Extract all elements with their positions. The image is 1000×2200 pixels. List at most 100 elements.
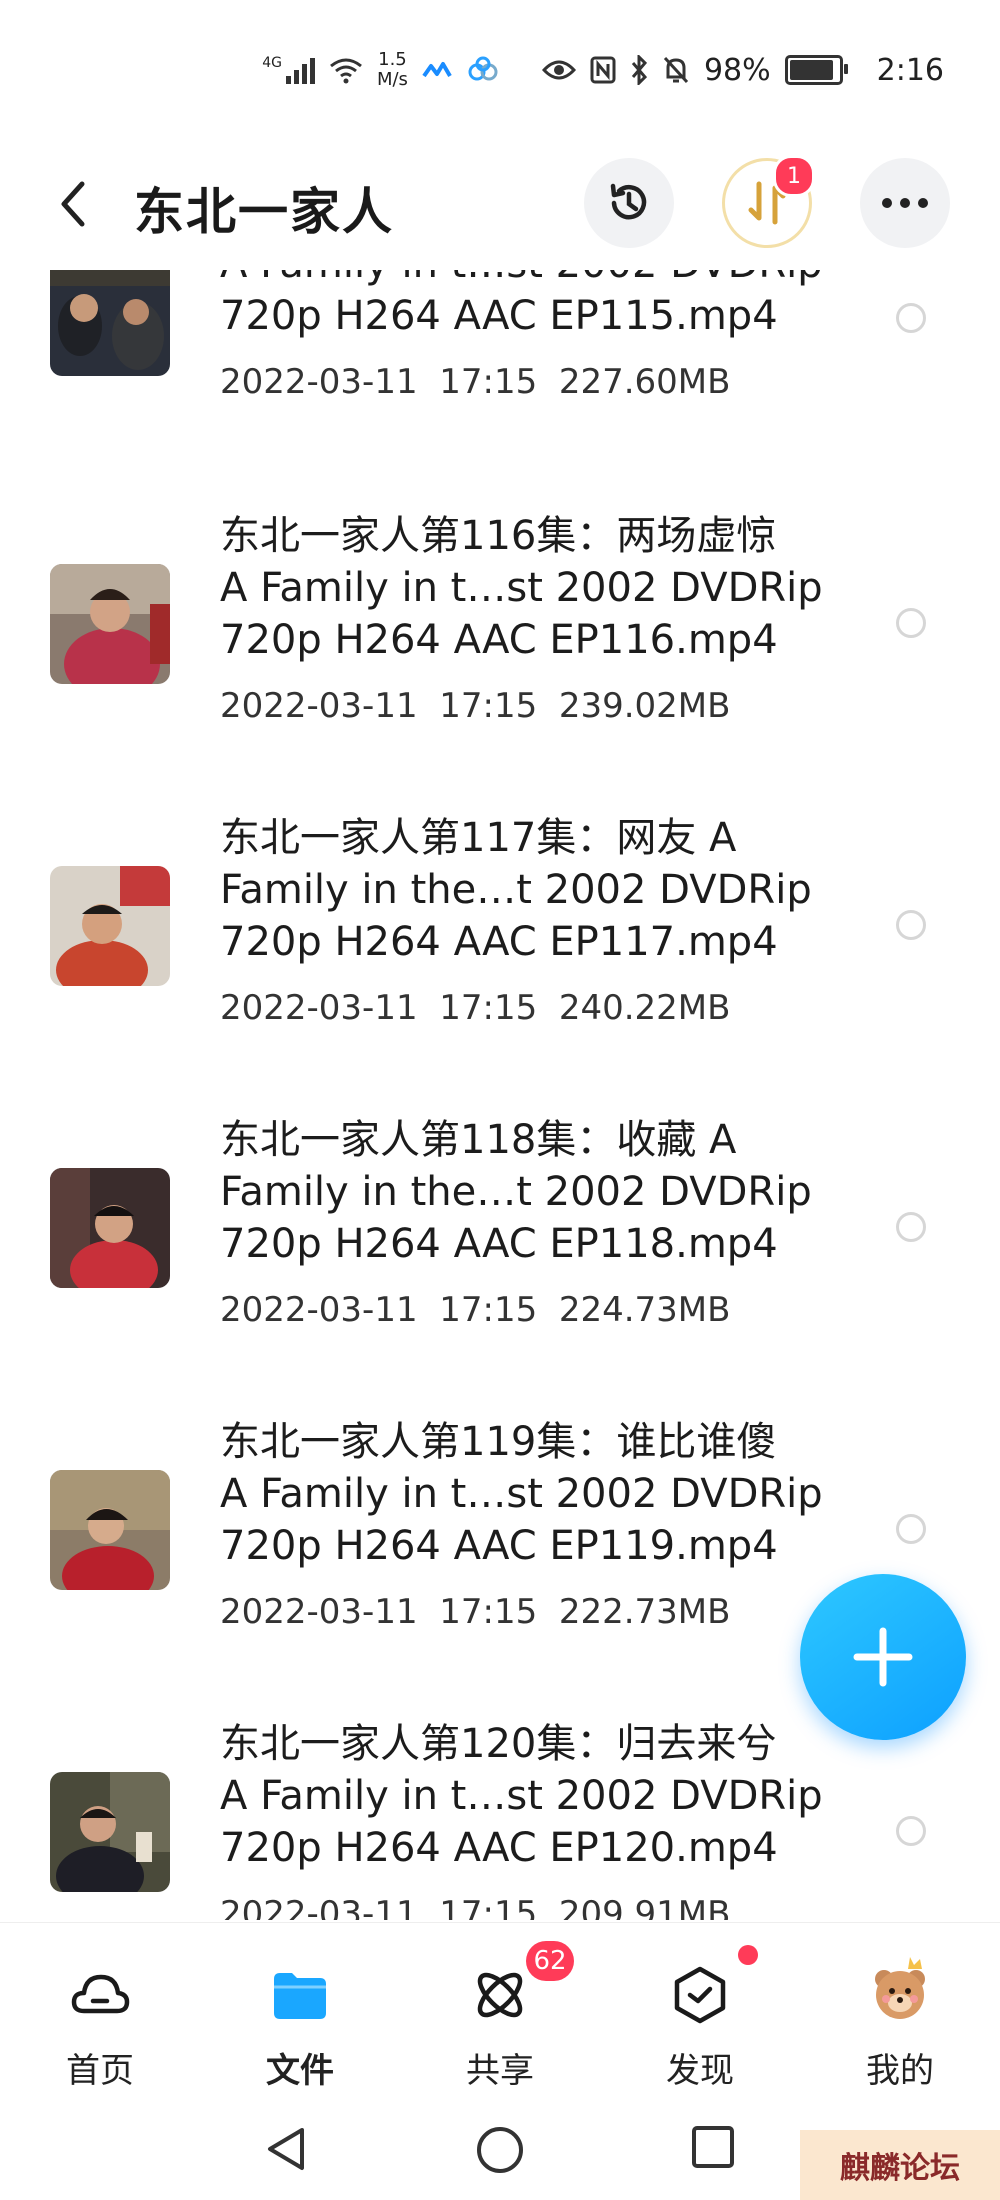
bottom-nav: 首页 文件 62 共享 发现 我的 — [0, 1922, 1000, 2101]
nav-label: 发现 — [666, 2051, 734, 2091]
status-bar: 4G 1.5 M/s 98% 2:16 — [0, 0, 1000, 140]
video-thumbnail — [50, 564, 170, 684]
select-radio[interactable] — [896, 303, 926, 333]
file-date: 2022-03-11 — [220, 1592, 418, 1632]
file-meta: 2022-03-11 17:15 222.73MB — [220, 1592, 860, 1632]
video-thumbnail — [50, 270, 170, 376]
select-radio[interactable] — [896, 1816, 926, 1846]
video-thumbnail — [50, 866, 170, 986]
nav-item-share[interactable]: 62 共享 — [400, 1923, 600, 2101]
file-info: A Family in t…st 2002 DVDRip 720p H264 A… — [220, 270, 860, 402]
chevron-left-icon — [61, 181, 85, 227]
file-time: 17:15 — [439, 1894, 538, 1920]
file-date: 2022-03-11 — [220, 1290, 418, 1330]
more-button[interactable] — [860, 158, 950, 248]
battery-icon — [784, 55, 848, 85]
file-name: 东北一家人第119集：谁比谁傻 A Family in t…st 2002 DV… — [220, 1419, 823, 1569]
file-meta: 2022-03-11 17:15 209.91MB — [220, 1894, 860, 1920]
file-row[interactable]: 东北一家人第116集：两场虚惊 A Family in t…st 2002 DV… — [0, 510, 1000, 812]
file-time: 17:15 — [439, 1592, 538, 1632]
file-name: A Family in t…st 2002 DVDRip 720p H264 A… — [220, 270, 823, 339]
cloud-icon — [71, 1974, 130, 2014]
watermark-text: 麒麟论坛 — [840, 2151, 960, 2186]
nav-item-mine[interactable]: 我的 — [800, 1923, 1000, 2101]
file-meta: 2022-03-11 17:15 239.02MB — [220, 686, 860, 726]
history-icon — [610, 183, 647, 220]
system-back-icon[interactable] — [262, 2124, 312, 2174]
file-name: 东北一家人第116集：两场虚惊 A Family in t…st 2002 DV… — [220, 513, 823, 663]
file-info: 东北一家人第116集：两场虚惊 A Family in t…st 2002 DV… — [220, 510, 860, 726]
file-time: 17:15 — [439, 1290, 538, 1330]
file-info: 东北一家人第120集：归去来兮 A Family in t…st 2002 DV… — [220, 1718, 860, 1920]
share-orbit-icon — [477, 1972, 523, 2018]
file-row[interactable]: A Family in t…st 2002 DVDRip 720p H264 A… — [0, 270, 1000, 510]
file-size: 240.22MB — [558, 988, 731, 1028]
video-thumbnail — [50, 1168, 170, 1288]
transfer-badge: 1 — [773, 155, 815, 197]
nav-item-home[interactable]: 首页 — [0, 1923, 200, 2101]
file-row[interactable]: 东北一家人第118集：收藏 A Family in the…t 2002 DVD… — [0, 1114, 1000, 1416]
nav-label: 共享 — [466, 2051, 534, 2091]
wifi-icon — [330, 58, 362, 84]
mute-bell-icon — [663, 56, 689, 84]
file-size: 227.60MB — [558, 362, 731, 402]
file-meta: 2022-03-11 17:15 227.60MB — [220, 362, 860, 402]
eye-icon — [541, 60, 576, 80]
select-radio[interactable] — [896, 910, 926, 940]
select-radio[interactable] — [896, 608, 926, 638]
file-date: 2022-03-11 — [220, 988, 418, 1028]
file-time: 17:15 — [439, 686, 538, 726]
file-meta: 2022-03-11 17:15 240.22MB — [220, 988, 860, 1028]
nav-label: 文件 — [266, 2051, 334, 2091]
share-badge: 62 — [526, 1941, 574, 1981]
file-date: 2022-03-11 — [220, 1894, 418, 1920]
clock: 2:16 — [876, 52, 944, 88]
battery-percent: 98% — [703, 52, 771, 88]
select-radio[interactable] — [896, 1514, 926, 1544]
network-speed: 1.5 M/s — [377, 50, 408, 90]
nav-label: 我的 — [866, 2051, 934, 2091]
file-row[interactable]: 东北一家人第117集：网友 A Family in the…t 2002 DVD… — [0, 812, 1000, 1114]
transfer-button[interactable]: 1 — [722, 155, 815, 248]
file-name: 东北一家人第117集：网友 A Family in the…t 2002 DVD… — [220, 815, 812, 965]
plus-icon — [853, 1627, 913, 1687]
page-title: 东北一家人 — [134, 183, 394, 241]
file-size: 224.73MB — [558, 1290, 731, 1330]
file-size: 239.02MB — [558, 686, 731, 726]
nav-item-discover[interactable]: 发现 — [600, 1923, 800, 2101]
file-info: 东北一家人第118集：收藏 A Family in the…t 2002 DVD… — [220, 1114, 860, 1330]
more-dots-icon — [882, 198, 928, 208]
file-time: 17:15 — [439, 988, 538, 1028]
add-button[interactable] — [800, 1574, 966, 1740]
file-date: 2022-03-11 — [220, 362, 418, 402]
select-radio[interactable] — [896, 1212, 926, 1242]
network-type: 4G — [262, 55, 282, 71]
file-meta: 2022-03-11 17:15 224.73MB — [220, 1290, 860, 1330]
signal-icon — [285, 56, 315, 84]
top-app-bar: 东北一家人 1 — [0, 150, 1000, 260]
file-row[interactable]: 东北一家人第120集：归去来兮 A Family in t…st 2002 DV… — [0, 1718, 1000, 1920]
bluetooth-icon — [631, 55, 647, 85]
avatar-bear-icon — [875, 1957, 925, 2019]
file-info: 东北一家人第119集：谁比谁傻 A Family in t…st 2002 DV… — [220, 1416, 860, 1632]
nav-label: 首页 — [66, 2051, 134, 2091]
back-button[interactable] — [48, 174, 98, 234]
nfc-icon — [590, 56, 616, 84]
system-home-icon[interactable] — [474, 2124, 526, 2176]
cloud-app-icon — [468, 56, 498, 81]
video-thumbnail — [50, 1772, 170, 1892]
file-date: 2022-03-11 — [220, 686, 418, 726]
file-size: 222.73MB — [558, 1592, 731, 1632]
forum-watermark: 麒麟论坛 — [800, 2130, 1000, 2200]
system-recents-icon[interactable] — [690, 2124, 736, 2170]
file-name: 东北一家人第120集：归去来兮 A Family in t…st 2002 DV… — [220, 1721, 823, 1871]
speed-value: 1.5 — [378, 49, 407, 70]
file-name: 东北一家人第118集：收藏 A Family in the…t 2002 DVD… — [220, 1117, 812, 1267]
speed-unit: M/s — [376, 69, 408, 90]
discover-icon — [674, 1966, 726, 2024]
file-size: 209.91MB — [558, 1894, 731, 1920]
app-notification-icon — [422, 62, 452, 78]
file-info: 东北一家人第117集：网友 A Family in the…t 2002 DVD… — [220, 812, 860, 1028]
history-button[interactable] — [584, 158, 674, 248]
nav-item-files[interactable]: 文件 — [200, 1923, 400, 2101]
